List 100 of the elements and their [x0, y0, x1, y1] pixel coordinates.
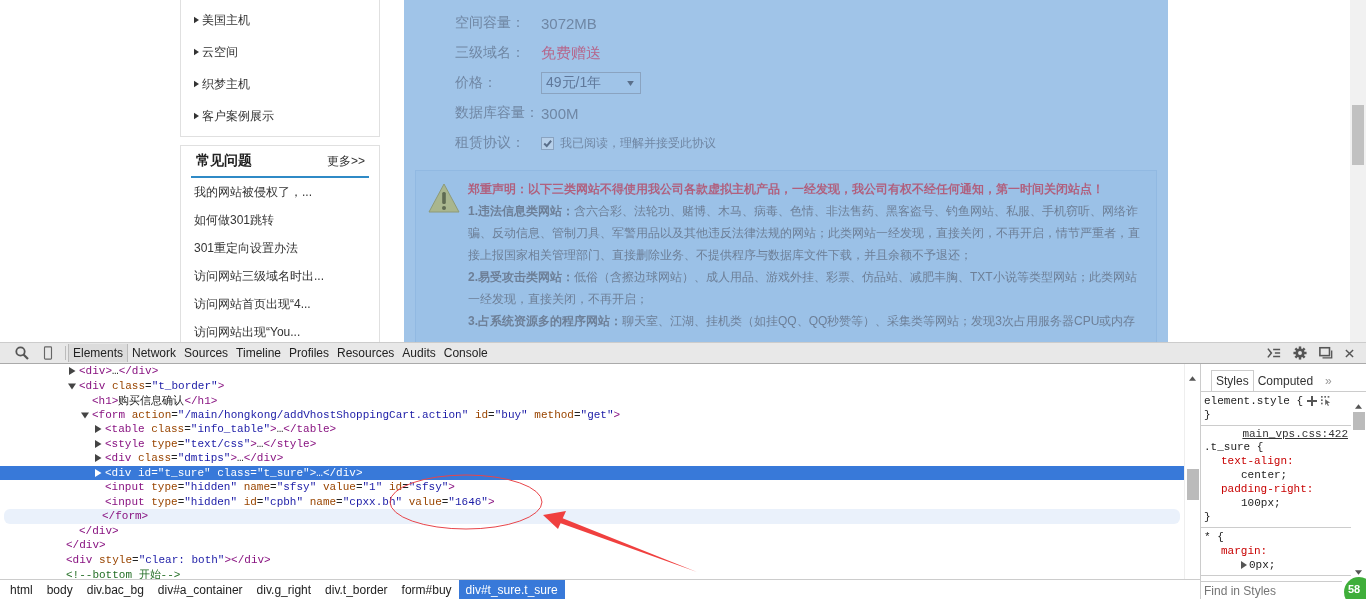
- dom-tree-row[interactable]: </form>: [4, 509, 1180, 524]
- scrollbar-thumb[interactable]: [1187, 469, 1199, 500]
- agreement-checkbox[interactable]: [541, 136, 554, 150]
- devtools-tab[interactable]: Sources: [180, 344, 233, 362]
- field-label: 空间容量：: [455, 14, 526, 32]
- breadcrumb[interactable]: div#a_container: [150, 580, 250, 599]
- faq-title: 常见问题: [196, 152, 252, 170]
- css-selector: element.style {: [1204, 394, 1304, 408]
- search-icon[interactable]: [15, 346, 29, 360]
- close-icon[interactable]: [1345, 348, 1354, 358]
- notice-paragraph: 3.占系统资源多的程序网站：聊天室、江湖、挂机类（如挂QQ、QQ秒赞等）、采集类等网站；发现3次占用服务器CPU或内存: [468, 313, 1137, 330]
- styles-tab[interactable]: Styles: [1211, 370, 1254, 391]
- page-scrollbar[interactable]: [1350, 0, 1366, 342]
- dom-node-text: <div style="clear: both"></div>: [66, 553, 271, 566]
- element-state-icon[interactable]: [1321, 396, 1332, 406]
- settings-icon[interactable]: [1293, 346, 1307, 360]
- devtools-tab[interactable]: Elements: [68, 344, 129, 362]
- css-value: 100px;: [1241, 496, 1281, 510]
- notice-heading: 郑重声明：以下三类网站不得使用我公司各款虚拟主机产品，一经发现，我公司有权不经任何通知，第一时间关闭站点！: [468, 181, 1105, 198]
- breadcrumb[interactable]: form#buy: [394, 580, 459, 599]
- dom-tree-row[interactable]: <form action="/main/hongkong/addVhostShoppingCart.action" id="buy" method="get">: [0, 407, 1184, 422]
- breadcrumb[interactable]: html: [3, 580, 40, 599]
- dom-node-text: <form action="/main/hongkong/addVhostShoppingCart.action" id="buy" method="get">: [92, 408, 621, 421]
- dom-tree-row[interactable]: <h1>购买信息确认</h1>: [0, 393, 1184, 408]
- dom-tree-row[interactable]: <div>…</div>: [0, 364, 1184, 379]
- dom-tree-row[interactable]: <input type="hidden" id="cpbh" name="cpxx.bh" value="1646">: [0, 494, 1184, 509]
- devtools-tab[interactable]: Console: [439, 344, 492, 362]
- dom-tree-row[interactable]: <table class="info_table">…</table>: [0, 422, 1184, 437]
- devtools-tab[interactable]: Resources: [333, 344, 399, 362]
- scrollbar-thumb[interactable]: [1353, 412, 1365, 430]
- devtools-tab[interactable]: Profiles: [285, 344, 333, 362]
- styles-tab[interactable]: Computed: [1253, 371, 1318, 391]
- sidebar-link[interactable]: 织梦主机: [202, 75, 250, 93]
- dom-tree-row[interactable]: <div class="t_border">: [0, 378, 1184, 393]
- css-property: text-align:: [1220, 454, 1295, 468]
- dom-node-text: <input type="hidden" id="cpbh" name="cpxx.bh" value="1646">: [105, 495, 495, 508]
- breadcrumb[interactable]: body: [39, 580, 80, 599]
- warning-icon: [428, 183, 460, 213]
- notice-paragraph: 2.易受攻击类网站：低俗（含擦边球网站）、成人用品、游戏外挂、彩票、仿品站、减肥丰胸、TXT小说等类型网站；此类网站一经发现，直接关闭，不再开启；: [468, 269, 1138, 308]
- scroll-up-icon[interactable]: [1189, 376, 1196, 381]
- find-in-styles-field[interactable]: Find in Styles: [1201, 581, 1342, 599]
- field-label: 数据库容量：: [455, 104, 540, 122]
- devtools-tab[interactable]: Audits: [398, 344, 440, 362]
- faq-link[interactable]: 我的网站被侵权了，...: [191, 178, 369, 206]
- faq-link[interactable]: 访问网站首页出现“4...: [191, 290, 369, 318]
- caret-icon: [627, 80, 634, 86]
- dom-tree-row[interactable]: <style type="text/css">…</style>: [0, 436, 1184, 451]
- triangle-right-icon: [194, 112, 199, 120]
- add-icon[interactable]: [1307, 396, 1318, 406]
- sidebar-link[interactable]: 美国主机: [202, 11, 250, 29]
- triangle-right-icon[interactable]: [1241, 561, 1247, 569]
- css-value: center;: [1241, 468, 1288, 482]
- dom-tree-row[interactable]: <div class="dmtips">…</div>: [0, 451, 1184, 466]
- field-value: 免费赠送: [541, 43, 601, 63]
- dom-tree-row[interactable]: <!--bottom 开始-->: [0, 567, 1184, 579]
- dom-node-text: </form>: [102, 510, 149, 523]
- field-label: 价格：: [455, 74, 498, 92]
- sidebar-link[interactable]: 客户案例展示: [202, 107, 274, 125]
- css-selector: .t_sure {: [1204, 440, 1264, 454]
- checkbox-label: 我已阅读，理解并接受此协议: [560, 134, 716, 152]
- count-badge: 58: [1344, 577, 1366, 599]
- stylesheet-link[interactable]: main_vps.css:422: [1204, 428, 1348, 440]
- faq-link[interactable]: 301重定向设置办法: [191, 234, 369, 262]
- dock-icon[interactable]: [1319, 346, 1333, 360]
- dom-tree-row[interactable]: <div id="t_sure" class="t_sure">…</div>: [0, 465, 1184, 480]
- css-property: padding-right:: [1220, 482, 1315, 496]
- mobile-device-icon[interactable]: [41, 346, 55, 360]
- triangle-right-icon: [194, 48, 199, 56]
- dom-node-text: <div class="dmtips">…</div>: [105, 452, 284, 465]
- triangle-down-icon[interactable]: [81, 410, 89, 419]
- triangle-right-icon[interactable]: [94, 425, 102, 434]
- more-link[interactable]: 更多>>: [327, 152, 365, 170]
- dom-node-text: <table class="info_table">…</table>: [105, 423, 337, 436]
- faq-link[interactable]: 如何做301跳转: [191, 206, 369, 234]
- field-label: 租赁协议：: [455, 134, 526, 152]
- scroll-up-icon[interactable]: [1355, 404, 1362, 409]
- breadcrumb[interactable]: div.bac_bg: [79, 580, 151, 599]
- triangle-right-icon[interactable]: [94, 468, 102, 477]
- css-brace: }: [1204, 510, 1212, 524]
- dom-tree-row[interactable]: <div style="clear: both"></div>: [0, 552, 1184, 567]
- css-selector: * {: [1204, 530, 1224, 544]
- triangle-right-icon[interactable]: [94, 454, 102, 463]
- devtools-tab[interactable]: Network: [128, 344, 181, 362]
- sidebar-link[interactable]: 云空间: [202, 43, 238, 61]
- breadcrumb[interactable]: div#t_sure.t_sure: [458, 580, 565, 599]
- faq-link[interactable]: 访问网站三级域名时出...: [191, 262, 369, 290]
- scroll-down-icon[interactable]: [1355, 570, 1362, 575]
- triangle-right-icon[interactable]: [94, 439, 102, 448]
- faq-link[interactable]: 访问网站出现“You...: [191, 318, 369, 342]
- console-drawer-icon[interactable]: [1267, 346, 1281, 360]
- dom-node-text: <style type="text/css">…</style>: [105, 437, 317, 450]
- dom-node-text: <!--bottom 开始-->: [66, 567, 181, 579]
- triangle-right-icon[interactable]: [68, 367, 76, 376]
- triangle-right-icon: [194, 16, 199, 24]
- dom-node-text: <div>…</div>: [79, 365, 159, 378]
- breadcrumb[interactable]: div.t_border: [318, 580, 395, 599]
- breadcrumb[interactable]: div.g_right: [249, 580, 319, 599]
- dom-scrollbar[interactable]: [1184, 364, 1200, 579]
- triangle-down-icon[interactable]: [68, 381, 76, 390]
- devtools-tab[interactable]: Timeline: [232, 344, 285, 362]
